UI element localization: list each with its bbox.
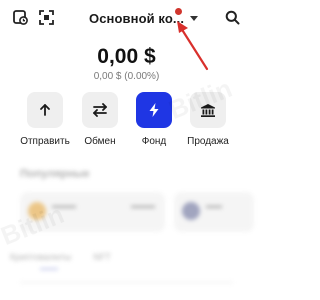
fund-label: Фонд xyxy=(141,136,167,147)
notification-dot xyxy=(175,8,182,15)
send-button[interactable]: Отправить xyxy=(20,92,70,147)
tab-crypto[interactable]: Криптовалюты xyxy=(10,252,71,262)
swap-icon xyxy=(82,92,118,128)
quick-actions: Отправить Обмен Фонд Продажа xyxy=(0,92,253,152)
bank-icon xyxy=(190,92,226,128)
sell-label: Продажа xyxy=(187,136,229,147)
coin-icon xyxy=(28,202,46,220)
coin-card[interactable]: ▬▬▬ ▬▬▬ xyxy=(20,192,165,232)
divider xyxy=(20,282,233,283)
sell-button[interactable]: Продажа xyxy=(184,92,232,147)
total-balance: 0,00 $ xyxy=(97,45,156,68)
exchange-button[interactable]: Обмен xyxy=(76,92,124,147)
asset-tabs: Криптовалюты NFT xyxy=(10,252,243,262)
account-title: Основной ко... xyxy=(89,10,185,26)
account-switcher[interactable]: Основной ко... xyxy=(89,8,199,27)
coin-icon xyxy=(182,202,200,220)
top-bar: Основной ко... xyxy=(0,0,253,36)
blurred-content: Популярные ▬▬▬ ▬▬▬ ▬▬ Криптовалюты NFT xyxy=(0,160,254,300)
history-icon[interactable] xyxy=(11,8,29,26)
section-title: Популярные xyxy=(20,168,90,180)
search-icon[interactable] xyxy=(223,8,241,26)
send-label: Отправить xyxy=(20,136,70,147)
coin-name: ▬▬ xyxy=(206,201,222,210)
coin-card[interactable]: ▬▬ xyxy=(174,192,254,232)
scan-icon[interactable] xyxy=(37,8,55,26)
arrow-up-icon xyxy=(27,92,63,128)
exchange-label: Обмен xyxy=(84,136,116,147)
balance-change: 0,00 $ (0.00%) xyxy=(93,71,160,82)
coin-value: ▬▬▬ xyxy=(131,201,155,210)
active-tab-indicator xyxy=(40,268,58,270)
tab-nft[interactable]: NFT xyxy=(93,252,111,262)
fund-button[interactable]: Фонд xyxy=(130,92,178,147)
lightning-icon xyxy=(136,92,172,128)
chevron-down-icon xyxy=(190,15,199,21)
coin-name: ▬▬▬ xyxy=(52,201,76,210)
